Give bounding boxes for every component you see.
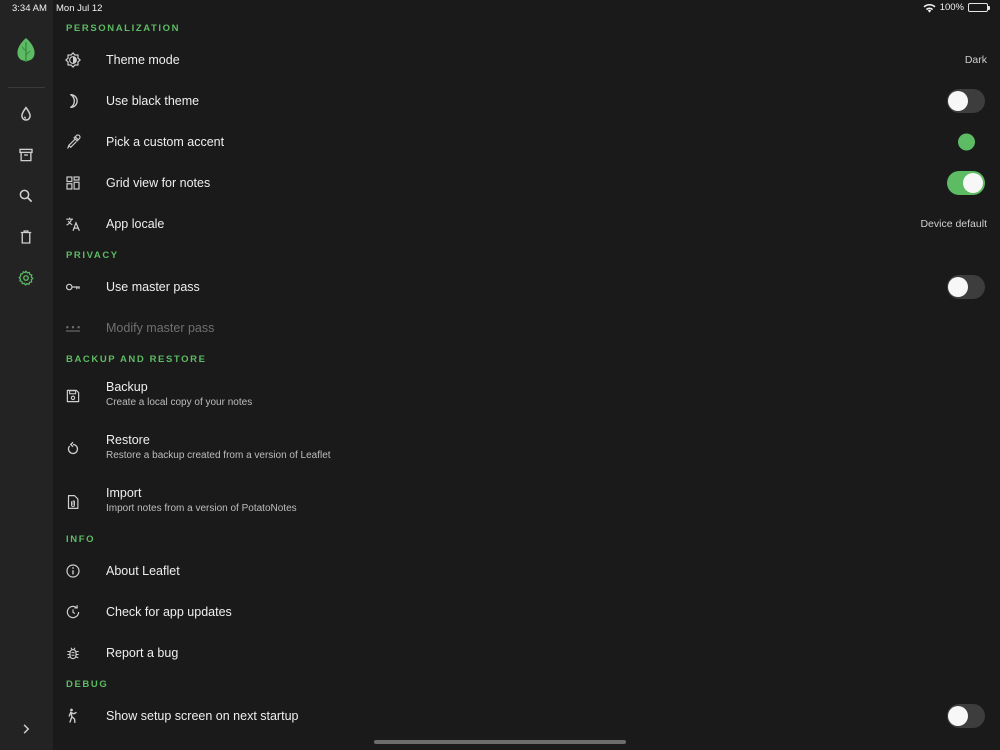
setting-setup-screen[interactable]: Show setup screen on next startup bbox=[53, 695, 1000, 736]
setting-title: Restore bbox=[106, 433, 150, 447]
status-bar: 3:34 AM Mon Jul 12 100% bbox=[0, 0, 1000, 18]
status-date: Mon Jul 12 bbox=[56, 3, 103, 14]
section-header-backup: BACKUP AND RESTORE bbox=[66, 354, 207, 365]
water-drop-icon bbox=[21, 106, 31, 121]
home-indicator bbox=[374, 740, 626, 744]
search-icon bbox=[19, 189, 33, 203]
grid-icon bbox=[64, 174, 82, 192]
rail-notes-button[interactable] bbox=[14, 102, 38, 126]
gear-icon bbox=[18, 270, 34, 286]
setting-title: Theme mode bbox=[106, 52, 180, 67]
setting-title: Grid view for notes bbox=[106, 175, 211, 190]
toggle-knob bbox=[948, 705, 968, 726]
rail-search-button[interactable] bbox=[14, 184, 38, 208]
eyedropper-icon bbox=[64, 133, 82, 151]
section-header-privacy: PRIVACY bbox=[66, 250, 119, 261]
setting-restore[interactable]: Restore Restore a backup created from a … bbox=[53, 423, 1000, 475]
setting-master-pass[interactable]: Use master pass bbox=[53, 266, 1000, 307]
grid-view-toggle[interactable] bbox=[947, 170, 985, 195]
setting-modify-master-pass: Modify master pass bbox=[53, 307, 1000, 348]
setting-about[interactable]: About Leaflet bbox=[53, 550, 1000, 591]
setting-backup[interactable]: Backup Create a local copy of your notes bbox=[53, 370, 1000, 422]
chevron-right-icon bbox=[23, 724, 30, 734]
setting-title: Import bbox=[106, 486, 142, 500]
rail-settings-button[interactable] bbox=[14, 266, 38, 290]
setting-title: Use black theme bbox=[106, 93, 200, 108]
key-icon bbox=[64, 278, 82, 296]
moon-icon bbox=[64, 92, 82, 110]
setup-screen-toggle[interactable] bbox=[947, 703, 985, 728]
setting-title: Check for app updates bbox=[106, 604, 232, 619]
setting-check-updates[interactable]: Check for app updates bbox=[53, 591, 1000, 632]
rail-divider bbox=[8, 87, 45, 88]
leaflet-logo bbox=[17, 38, 35, 62]
file-import-icon bbox=[64, 493, 82, 511]
info-icon bbox=[64, 562, 82, 580]
rail-trash-button[interactable] bbox=[14, 225, 38, 249]
toggle-knob bbox=[948, 276, 968, 297]
setting-value: Dark bbox=[964, 53, 987, 66]
password-dots-icon bbox=[64, 319, 82, 337]
person-walking-icon bbox=[64, 707, 82, 725]
toggle-knob bbox=[963, 172, 983, 193]
rail-expand-button[interactable] bbox=[14, 717, 38, 741]
setting-title: About Leaflet bbox=[106, 563, 180, 578]
setting-title: Backup bbox=[106, 380, 148, 394]
battery-percent: 100% bbox=[939, 2, 964, 13]
save-icon bbox=[64, 387, 82, 405]
settings-list: PERSONALIZATION Theme mode Dark Use blac… bbox=[53, 18, 1000, 750]
battery-icon bbox=[968, 3, 990, 12]
setting-custom-accent[interactable]: Pick a custom accent bbox=[53, 121, 1000, 162]
wifi-icon bbox=[923, 3, 936, 13]
setting-report-bug[interactable]: Report a bug bbox=[53, 632, 1000, 673]
setting-value: Device default bbox=[920, 217, 987, 230]
theme-icon bbox=[64, 51, 82, 69]
section-header-info: INFO bbox=[66, 534, 96, 545]
rail-archive-button[interactable] bbox=[14, 143, 38, 167]
setting-app-locale[interactable]: App locale Device default bbox=[53, 203, 1000, 244]
section-header-debug: DEBUG bbox=[66, 679, 109, 690]
setting-subtitle: Restore a backup created from a version … bbox=[106, 450, 331, 461]
toggle-knob bbox=[948, 90, 968, 111]
master-pass-toggle[interactable] bbox=[947, 274, 985, 299]
setting-title: Report a bug bbox=[106, 645, 179, 660]
archive-icon bbox=[19, 148, 33, 162]
navigation-rail bbox=[0, 0, 53, 750]
status-time: 3:34 AM bbox=[12, 3, 47, 14]
setting-theme-mode[interactable]: Theme mode Dark bbox=[53, 39, 1000, 80]
setting-title: Show setup screen on next startup bbox=[106, 708, 299, 723]
black-theme-toggle[interactable] bbox=[947, 88, 985, 113]
setting-subtitle: Create a local copy of your notes bbox=[106, 397, 253, 408]
section-header-personalization: PERSONALIZATION bbox=[66, 23, 181, 34]
bug-icon bbox=[64, 644, 82, 662]
setting-title: Modify master pass bbox=[106, 320, 215, 335]
trash-icon bbox=[20, 230, 32, 244]
update-icon bbox=[64, 603, 82, 621]
accent-color-swatch[interactable] bbox=[958, 133, 975, 150]
setting-title: App locale bbox=[106, 216, 165, 231]
setting-black-theme[interactable]: Use black theme bbox=[53, 80, 1000, 121]
setting-subtitle: Import notes from a version of PotatoNot… bbox=[106, 503, 297, 514]
setting-grid-view[interactable]: Grid view for notes bbox=[53, 162, 1000, 203]
setting-title: Use master pass bbox=[106, 279, 200, 294]
restore-icon bbox=[64, 440, 82, 458]
setting-title: Pick a custom accent bbox=[106, 134, 225, 149]
translate-icon bbox=[64, 215, 82, 233]
status-right: 100% bbox=[923, 2, 990, 13]
setting-import[interactable]: Import Import notes from a version of Po… bbox=[53, 476, 1000, 528]
